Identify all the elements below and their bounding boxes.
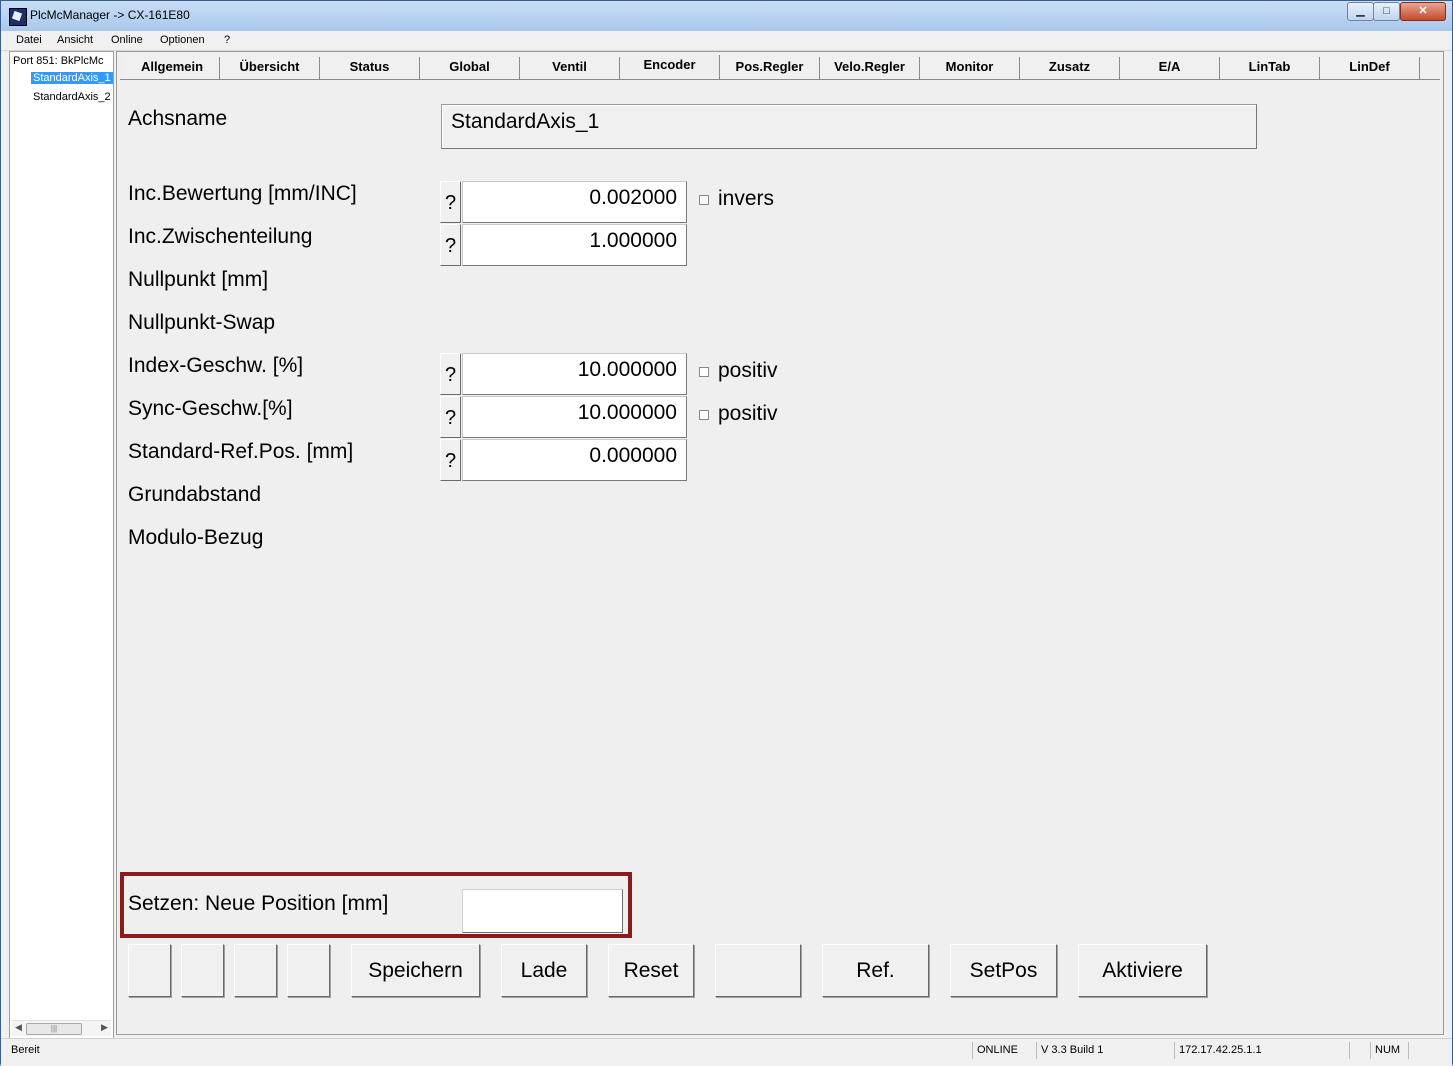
index-geschw-label: Index-Geschw. [%] — [128, 354, 304, 377]
inc-bewertung-label: Inc.Bewertung [mm/INC] — [128, 182, 357, 205]
status-address: 172.17.42.25.1.1 — [1174, 1042, 1349, 1059]
index-positiv-label: positiv — [718, 359, 778, 382]
tab-bar: Allgemein Übersicht Status Global Ventil… — [120, 55, 1440, 80]
scroll-thumb[interactable]: ||| — [26, 1023, 82, 1035]
tab-uebersicht[interactable]: Übersicht — [220, 57, 320, 79]
standard-ref-pos-field[interactable]: 0.000000 — [462, 439, 687, 481]
ref-button[interactable]: Ref. — [822, 944, 929, 997]
tab-ventil[interactable]: Ventil — [520, 57, 620, 79]
tab-velo-regler[interactable]: Velo.Regler — [820, 57, 920, 79]
menu-help[interactable]: ? — [224, 34, 230, 46]
status-caps — [1349, 1042, 1370, 1059]
invers-label: invers — [718, 187, 775, 210]
nullpunkt-label: Nullpunkt [mm] — [128, 268, 269, 291]
settings-panel: Allgemein Übersicht Status Global Ventil… — [116, 51, 1444, 1035]
tab-monitor[interactable]: Monitor — [920, 57, 1020, 79]
lade-button[interactable]: Lade — [501, 944, 587, 997]
nullpunkt-swap-label: Nullpunkt-Swap — [128, 311, 276, 334]
sync-geschw-field[interactable]: 10.000000 — [462, 396, 687, 438]
modulo-bezug-label: Modulo-Bezug — [128, 526, 264, 549]
invers-checkbox[interactable] — [699, 195, 709, 205]
aktiviere-button[interactable]: Aktiviere — [1078, 944, 1207, 997]
blank-button-2[interactable] — [181, 944, 224, 997]
status-text: Bereit — [11, 1044, 40, 1056]
menu-optionen[interactable]: Optionen — [160, 34, 205, 46]
blank-button-4[interactable] — [287, 944, 330, 997]
menu-ansicht[interactable]: Ansicht — [57, 34, 93, 46]
inc-zwischenteilung-field[interactable]: 1.000000 — [462, 224, 687, 266]
blank-button-1[interactable] — [128, 944, 171, 997]
achsname-label: Achsname — [128, 107, 228, 130]
index-geschw-field[interactable]: 10.000000 — [462, 353, 687, 395]
sync-geschw-help-button[interactable]: ? — [440, 396, 461, 438]
tab-pos-regler[interactable]: Pos.Regler — [720, 57, 820, 79]
tab-allgemein[interactable]: Allgemein — [125, 57, 220, 79]
tab-zusatz[interactable]: Zusatz — [1020, 57, 1120, 79]
speichern-button[interactable]: Speichern — [351, 944, 480, 997]
neue-position-input[interactable] — [462, 889, 623, 933]
status-num: NUM — [1370, 1042, 1408, 1059]
achsname-field[interactable]: StandardAxis_1 — [441, 104, 1257, 149]
inc-zwischenteilung-label: Inc.Zwischenteilung — [128, 225, 313, 248]
status-bar: Bereit ONLINE V 3.3 Build 1 172.17.42.25… — [1, 1038, 1452, 1066]
close-button[interactable]: ✕ — [1400, 2, 1446, 21]
standard-ref-pos-label: Standard-Ref.Pos. [mm] — [128, 440, 354, 463]
standard-ref-pos-help-button[interactable]: ? — [440, 439, 461, 481]
maximize-button[interactable]: □ — [1373, 2, 1400, 21]
inc-bewertung-help-button[interactable]: ? — [440, 181, 461, 223]
inc-zwischenteilung-help-button[interactable]: ? — [440, 224, 461, 266]
inc-bewertung-field[interactable]: 0.002000 — [462, 181, 687, 223]
window-title: PlcMcManager -> CX-161E80 — [30, 8, 190, 22]
menu-bar: Datei Ansicht Online Optionen ? — [1, 31, 1452, 51]
tree-item-standardaxis-1[interactable]: StandardAxis_1 — [31, 72, 113, 84]
setpos-button[interactable]: SetPos — [950, 944, 1057, 997]
title-bar: PlcMcManager -> CX-161E80 ▁ □ ✕ — [1, 1, 1452, 32]
scroll-right-icon[interactable]: ▶ — [101, 1022, 108, 1033]
tab-status[interactable]: Status — [320, 57, 420, 79]
sync-positiv-label: positiv — [718, 402, 778, 425]
axis-tree[interactable]: Port 851: BkPlcMc StandardAxis_1 Standar… — [9, 51, 114, 1039]
status-scroll — [1408, 1042, 1436, 1059]
tab-global[interactable]: Global — [420, 57, 520, 79]
grundabstand-label: Grundabstand — [128, 483, 262, 506]
blank-button-5[interactable] — [715, 944, 801, 997]
menu-datei[interactable]: Datei — [16, 34, 42, 46]
reset-button[interactable]: Reset — [608, 944, 694, 997]
menu-online[interactable]: Online — [111, 34, 143, 46]
app-icon — [9, 8, 27, 26]
blank-button-3[interactable] — [234, 944, 277, 997]
tab-ea[interactable]: E/A — [1120, 57, 1220, 79]
tab-encoder[interactable]: Encoder — [620, 55, 720, 80]
sync-geschw-label: Sync-Geschw.[%] — [128, 397, 293, 420]
status-version: V 3.3 Build 1 — [1036, 1042, 1172, 1059]
tree-horizontal-scrollbar[interactable]: ◀ ||| ▶ — [12, 1020, 111, 1036]
sync-positiv-checkbox[interactable] — [699, 410, 709, 420]
tree-root-port[interactable]: Port 851: BkPlcMc — [13, 55, 103, 67]
index-positiv-checkbox[interactable] — [699, 367, 709, 377]
app-window: PlcMcManager -> CX-161E80 ▁ □ ✕ Datei An… — [0, 0, 1453, 1066]
index-geschw-help-button[interactable]: ? — [440, 353, 461, 395]
tree-item-standardaxis-2[interactable]: StandardAxis_2 — [31, 91, 113, 103]
tab-lintab[interactable]: LinTab — [1220, 57, 1320, 79]
minimize-button[interactable]: ▁ — [1347, 2, 1374, 21]
scroll-left-icon[interactable]: ◀ — [15, 1022, 22, 1033]
status-online: ONLINE — [972, 1042, 1034, 1059]
neue-position-label: Setzen: Neue Position [mm] — [128, 892, 389, 915]
tab-lindef[interactable]: LinDef — [1320, 57, 1420, 79]
tab-divider — [120, 79, 1440, 80]
